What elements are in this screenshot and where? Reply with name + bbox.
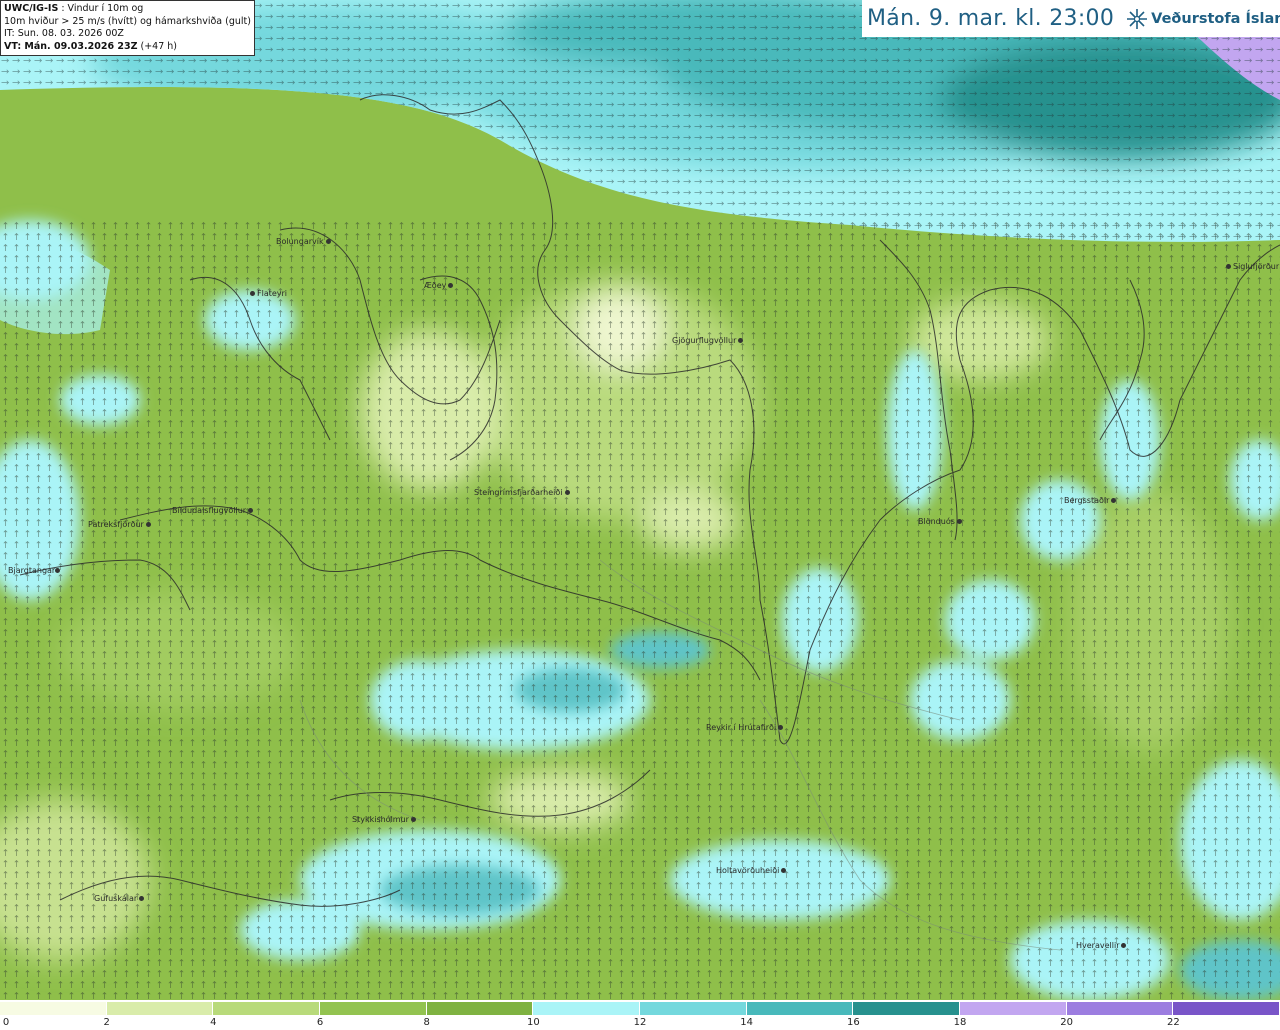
forecast-map-view: UWC/IG-IS : Vindur í 10m og 10m hviður >…: [0, 0, 1280, 1030]
place-label: Gufuskálar: [94, 894, 145, 903]
info-line-initial-time: IT: Sun. 08. 03. 2026 00Z: [4, 28, 124, 39]
valid-time: VT: Mán. 09.03.2026 23Z: [4, 40, 138, 52]
model-name: UWC/IG-IS: [4, 3, 59, 14]
place-label: Reykir í Hrútafirði: [706, 723, 784, 732]
station-dot-icon: [778, 725, 784, 730]
place-label: Patreksfjörður: [88, 520, 151, 529]
station-dot-icon: [448, 283, 454, 288]
legend-swatch: [0, 1002, 107, 1015]
place-label: Steingrímsfjarðarheiði: [474, 488, 570, 497]
place-label: Bíldudalsflugvöllur: [172, 506, 254, 515]
place-label: Bergsstaðir: [1064, 496, 1117, 505]
info-line1-rest: : Vindur í 10m og: [58, 3, 144, 14]
wind-speed-legend: 0 2 4 6 8 10 12 14 16 18 20 22: [0, 1000, 1280, 1030]
legend-swatch: [533, 1002, 641, 1015]
legend-tick-label: 20: [1060, 1017, 1074, 1028]
station-dot-icon: [250, 291, 255, 296]
info-line-valid-time: VT: Mán. 09.03.2026 23Z (+47 h): [4, 41, 251, 54]
legend-swatch: [213, 1002, 321, 1015]
station-dot-icon: [1121, 943, 1127, 948]
legend-color-bar: [0, 1002, 1280, 1015]
legend-tick-label: 8: [423, 1017, 430, 1028]
legend-tick-label: 4: [210, 1017, 217, 1028]
station-dot-icon: [1226, 264, 1231, 269]
legend-tick-label: 0: [2, 1017, 10, 1028]
legend-swatch: [960, 1002, 1067, 1015]
legend-swatch: [426, 1002, 534, 1015]
legend-tick-label: 22: [1166, 1017, 1180, 1028]
legend-swatch: [640, 1002, 747, 1015]
legend-swatch: [853, 1002, 961, 1015]
station-dot-icon: [139, 896, 145, 901]
place-label: Holtavörðuheiði: [716, 866, 787, 875]
station-dot-icon: [738, 338, 744, 343]
forecast-info-box: UWC/IG-IS : Vindur í 10m og 10m hviður >…: [0, 0, 255, 56]
legend-tick-label: 12: [633, 1017, 647, 1028]
legend-tick-label: 16: [846, 1017, 860, 1028]
station-dot-icon: [55, 568, 61, 573]
legend-swatch: [746, 1002, 854, 1015]
brand-name: Veðurstofa Íslands: [1151, 10, 1280, 27]
legend-tick-label: 18: [953, 1017, 967, 1028]
place-label: Bolungarvík: [276, 237, 331, 246]
station-dot-icon: [956, 519, 962, 524]
snowflake-compass-icon: [1127, 8, 1148, 29]
place-label: Blönduós: [918, 517, 962, 526]
info-line-description: 10m hviður > 25 m/s (hvítt) og hámarkshv…: [4, 15, 251, 27]
forecast-datetime: Mán. 9. mar. kl. 23:00: [867, 6, 1115, 31]
station-dot-icon: [410, 817, 416, 822]
station-dot-icon: [248, 508, 254, 513]
place-label: Gjögurflugvöllur: [672, 336, 744, 345]
station-dot-icon: [781, 868, 787, 873]
brand-logo: Veðurstofa Íslands: [1126, 8, 1280, 30]
legend-tick-label: 10: [526, 1017, 540, 1028]
legend-tick-label: 6: [316, 1017, 324, 1028]
station-dot-icon: [145, 522, 151, 527]
legend-swatch: [320, 1002, 427, 1015]
place-label: Æðey: [424, 281, 454, 290]
lead-time: (+47 h): [137, 40, 178, 52]
legend-swatch: [1066, 1002, 1174, 1015]
place-label: Bjargtangar: [8, 566, 62, 575]
legend-swatch: [1173, 1002, 1280, 1015]
legend-tick-label: 14: [740, 1017, 754, 1028]
station-dot-icon: [325, 239, 331, 244]
legend-tick-label: 2: [103, 1017, 110, 1028]
place-label: Stykkishólmur: [352, 815, 416, 824]
legend-swatch: [106, 1002, 214, 1015]
forecast-time-header: Mán. 9. mar. kl. 23:00 Veðurstofa Ísland…: [862, 0, 1280, 37]
station-dot-icon: [564, 490, 570, 495]
info-line-model: UWC/IG-IS : Vindur í 10m og: [4, 3, 251, 16]
place-label: Siglufjörður: [1226, 262, 1279, 271]
place-label: Flateyri: [250, 289, 287, 298]
place-label: Hveravellir: [1076, 941, 1127, 950]
station-dot-icon: [1111, 498, 1117, 503]
